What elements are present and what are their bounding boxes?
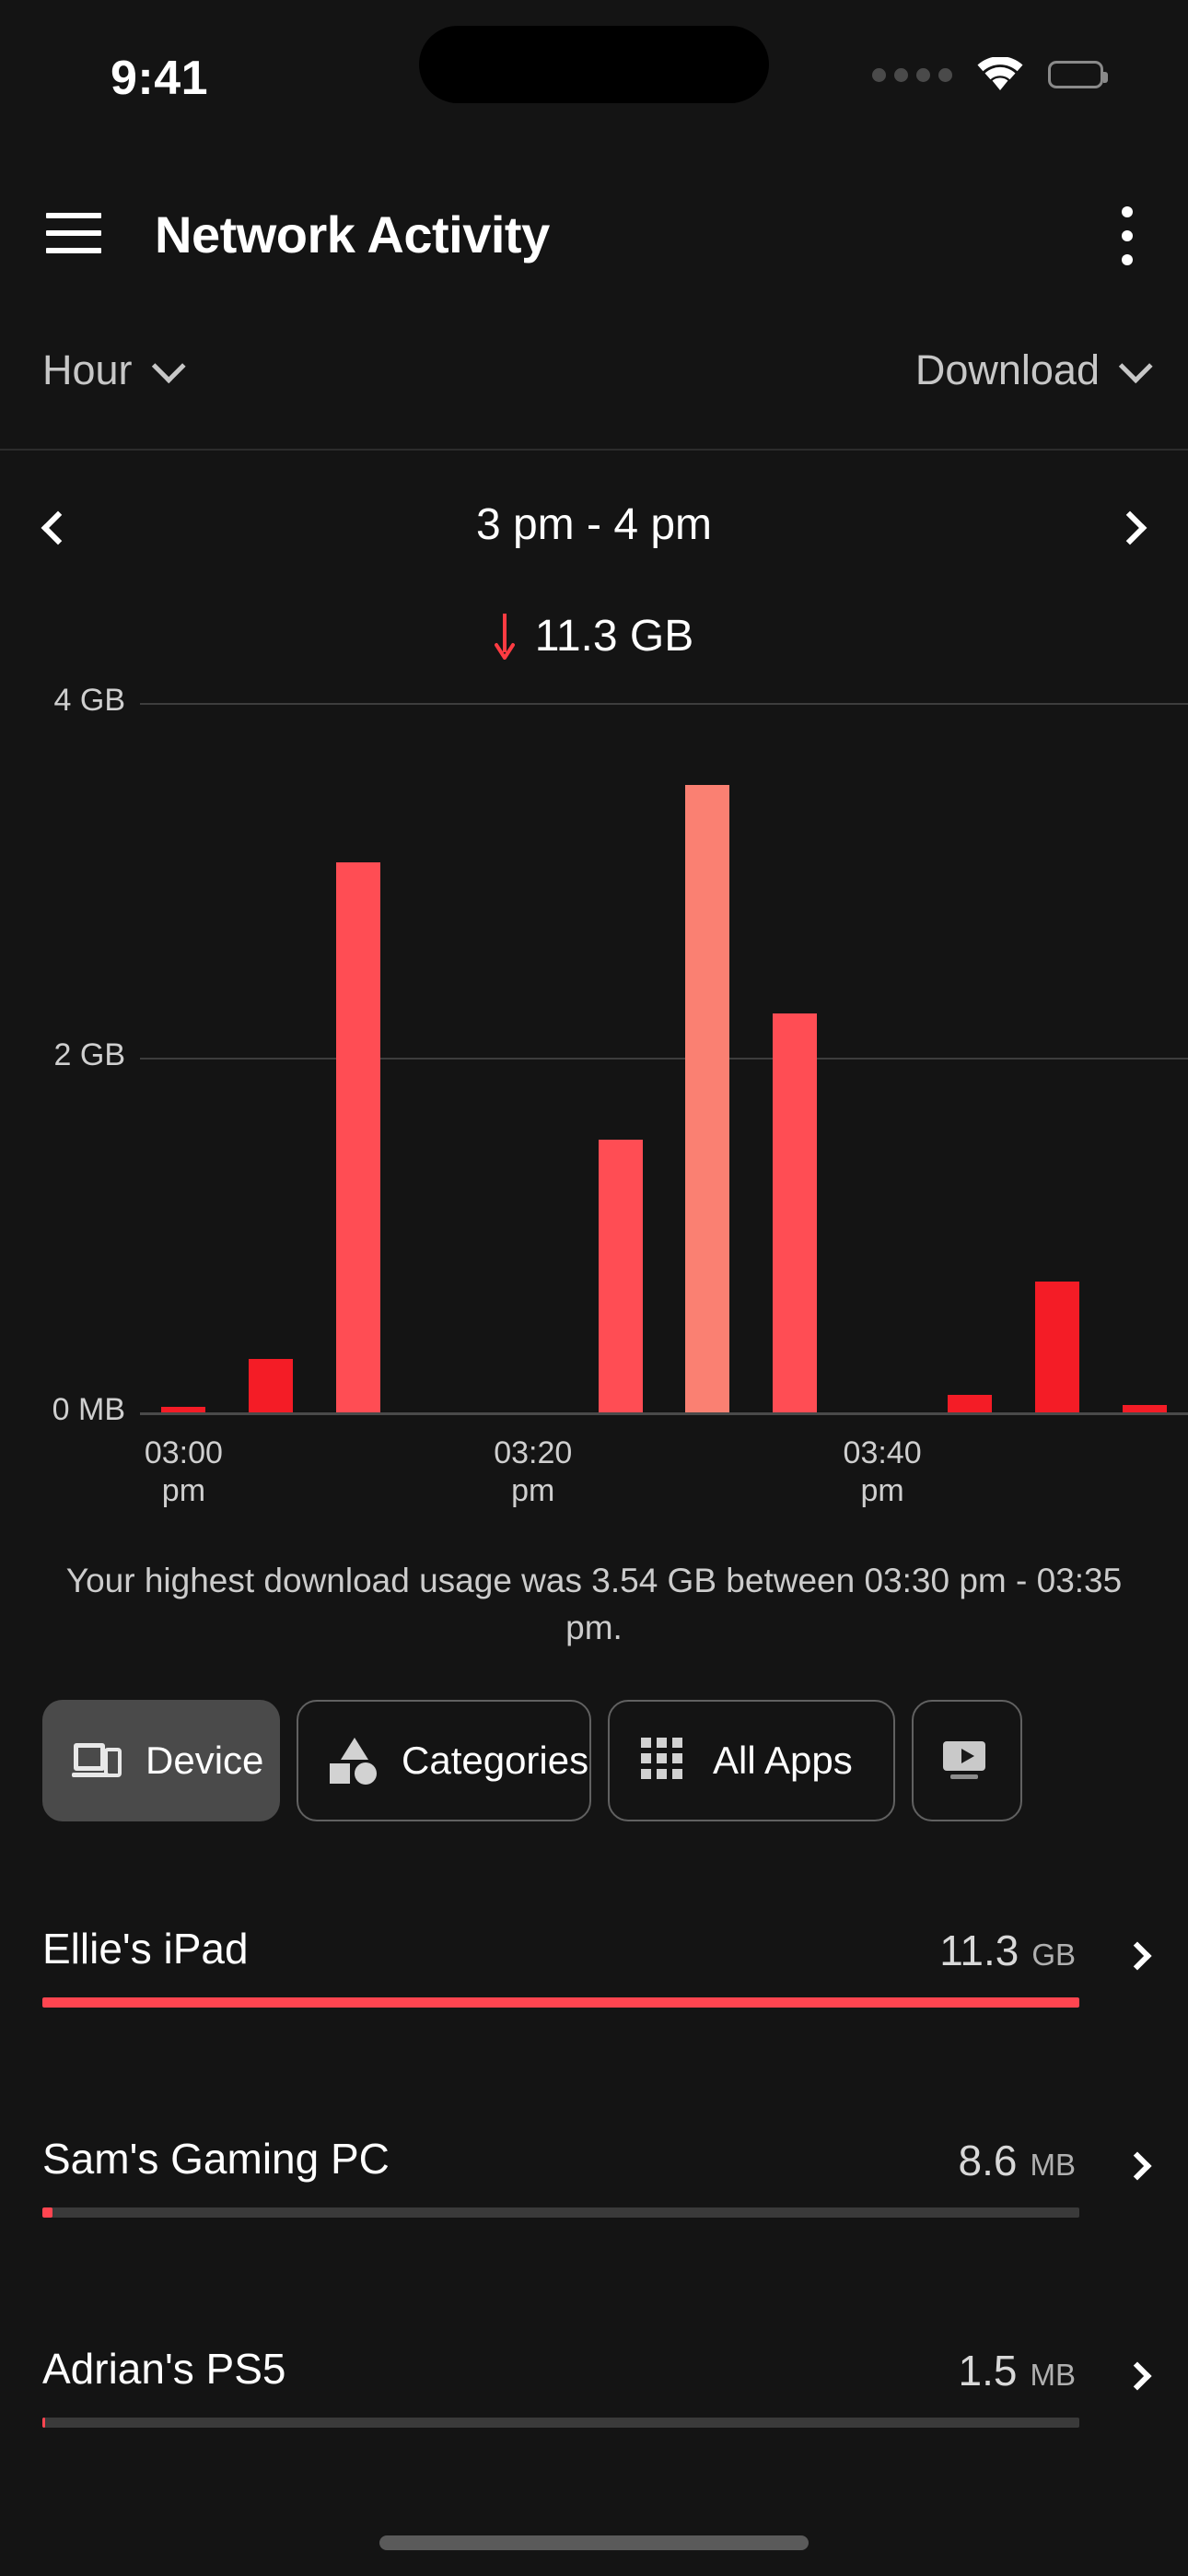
chart-plot-area (140, 686, 1188, 1414)
device-name: Adrian's PS5 (42, 2344, 285, 2394)
device-row[interactable]: Adrian's PS5 1.5 MB (0, 2318, 1188, 2528)
status-bar-time: 9:41 (111, 51, 208, 106)
usage-bar-chart: 0 MB2 GB4 GB 03:00pm03:20pm03:40pm04:00p… (0, 686, 1188, 981)
filter-chip-video[interactable] (912, 1700, 1022, 1821)
chevron-right-icon (1113, 511, 1147, 545)
device-usage-fill (42, 1997, 1079, 2008)
device-name: Ellie's iPad (42, 1924, 249, 1973)
device-usage-value: 8.6 (959, 2136, 1018, 2185)
direction-label: Download (915, 346, 1100, 394)
chart-bar[interactable] (685, 785, 729, 1412)
chart-x-tick-suffix: pm (511, 1473, 554, 1508)
dynamic-island (419, 26, 769, 103)
next-period-button[interactable] (1098, 496, 1162, 560)
battery-full-icon (1048, 61, 1103, 88)
chart-bar[interactable] (773, 1013, 817, 1412)
kebab-menu-icon[interactable] (1118, 206, 1136, 265)
device-usage: 11.3 GB (939, 1926, 1076, 1975)
chart-x-tick-time: 03:20 (494, 1435, 572, 1470)
chart-bar[interactable] (161, 1407, 205, 1412)
page-title: Network Activity (155, 205, 550, 264)
app-bar: Network Activity (0, 182, 1188, 284)
chevron-right-icon[interactable] (1123, 2361, 1151, 2390)
chevron-right-icon[interactable] (1123, 1941, 1151, 1970)
total-usage-row: 11.3 GB (0, 599, 1188, 673)
device-usage-unit: MB (1031, 2358, 1077, 2393)
devices-icon (74, 1738, 123, 1784)
chart-x-tick-label: 03:20pm (441, 1434, 625, 1511)
chart-bar[interactable] (948, 1395, 992, 1412)
chart-x-tick-time: 03:00 (145, 1435, 223, 1470)
period-navigator: 3 pm - 4 pm (0, 479, 1188, 571)
download-arrow-icon (495, 612, 515, 660)
grid-apps-icon (641, 1738, 691, 1784)
chart-gridline (140, 703, 1188, 705)
signal-dots-icon (872, 68, 952, 82)
device-usage-track (42, 2207, 1079, 2218)
status-bar-icons (872, 57, 1103, 92)
chart-x-tick-label: 04:00pm (1139, 1434, 1188, 1511)
chart-y-tick-label: 2 GB (6, 1037, 125, 1073)
header-divider (0, 449, 1188, 451)
filter-chip-device[interactable]: Device (42, 1700, 280, 1821)
chart-bar[interactable] (249, 1359, 293, 1412)
hamburger-menu-icon[interactable] (46, 213, 101, 253)
selector-row: Hour Download (0, 341, 1188, 442)
device-usage-fill (42, 2418, 45, 2428)
status-bar: 9:41 (0, 0, 1188, 147)
device-row[interactable]: Ellie's iPad 11.3 GB (0, 1898, 1188, 2108)
chart-gridline (140, 1058, 1188, 1060)
home-indicator (379, 2535, 809, 2550)
device-usage-value: 1.5 (959, 2346, 1018, 2395)
filter-chip-label: Categories (402, 1739, 588, 1783)
granularity-label: Hour (42, 346, 133, 394)
device-usage-track (42, 1997, 1079, 2008)
device-usage-unit: MB (1031, 2148, 1077, 2183)
filter-chip-categories[interactable]: Categories (297, 1700, 591, 1821)
chart-bar[interactable] (336, 862, 380, 1412)
filter-chip-all-apps[interactable]: All Apps (608, 1700, 895, 1821)
device-usage-fill (42, 2207, 52, 2218)
chart-y-tick-label: 4 GB (6, 683, 125, 719)
insight-text: Your highest download usage was 3.54 GB … (57, 1557, 1131, 1651)
filter-chip-label: All Apps (713, 1739, 853, 1783)
device-usage-track (42, 2418, 1079, 2428)
shapes-icon (330, 1738, 379, 1784)
video-screen-icon (939, 1738, 989, 1784)
chart-bar[interactable] (1123, 1405, 1167, 1412)
chart-x-tick-label: 03:00pm (91, 1434, 275, 1511)
device-usage: 8.6 MB (959, 2136, 1076, 2185)
chart-baseline (140, 1412, 1188, 1415)
filter-chip-label: Device (146, 1739, 263, 1783)
chart-x-tick-suffix: pm (162, 1473, 205, 1508)
total-usage-value: 11.3 GB (535, 611, 694, 662)
chart-x-tick-time: 03:40 (844, 1435, 922, 1470)
device-usage-value: 11.3 (939, 1926, 1019, 1975)
chart-bar[interactable] (599, 1140, 643, 1412)
chart-y-tick-label: 0 MB (6, 1392, 125, 1428)
wifi-icon (976, 57, 1024, 92)
device-row[interactable]: Sam's Gaming PC 8.6 MB (0, 2108, 1188, 2318)
chevron-down-icon (1119, 349, 1153, 383)
device-name: Sam's Gaming PC (42, 2134, 390, 2184)
period-label: 3 pm - 4 pm (0, 499, 1188, 550)
filter-chip-row: Device Categories All Apps (0, 1700, 1188, 1838)
granularity-select[interactable]: Hour (42, 346, 177, 394)
device-usage: 1.5 MB (959, 2346, 1076, 2395)
chevron-down-icon (151, 349, 185, 383)
device-usage-unit: GB (1031, 1938, 1076, 1973)
chart-x-tick-suffix: pm (860, 1473, 903, 1508)
chevron-right-icon[interactable] (1123, 2151, 1151, 2180)
chart-x-tick-label: 03:40pm (790, 1434, 974, 1511)
direction-select[interactable]: Download (915, 346, 1144, 394)
chart-bar[interactable] (1035, 1282, 1079, 1412)
